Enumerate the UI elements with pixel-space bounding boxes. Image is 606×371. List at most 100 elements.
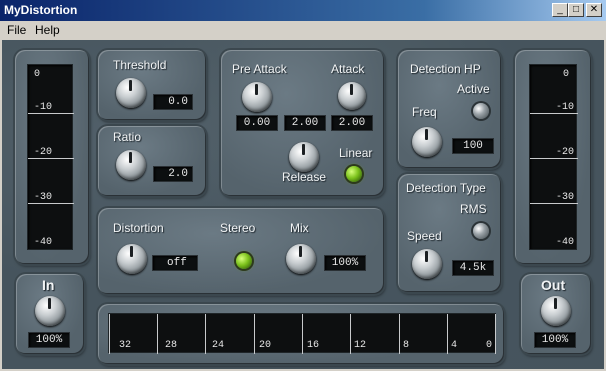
linear-led[interactable] xyxy=(346,166,362,182)
out-tick xyxy=(530,158,578,159)
distortion-knob[interactable] xyxy=(117,244,147,274)
scope-label-16: 16 xyxy=(307,340,320,351)
in-gain-knob[interactable] xyxy=(35,296,65,326)
freq-knob[interactable] xyxy=(412,127,442,157)
in-scale-10: -10 xyxy=(34,102,53,113)
scope-tick xyxy=(254,314,255,354)
freq-label: Freq xyxy=(412,105,437,119)
linear-label: Linear xyxy=(339,146,373,160)
distortion-label: Distortion xyxy=(113,221,164,235)
detection-type-title: Detection Type xyxy=(406,181,486,195)
out-gain-knob[interactable] xyxy=(541,296,571,326)
speed-label: Speed xyxy=(407,229,442,243)
out-tick xyxy=(530,203,578,204)
in-tick xyxy=(28,113,74,114)
scope-tick xyxy=(350,314,351,354)
ratio-knob[interactable] xyxy=(116,150,146,180)
pre-attack-knob[interactable] xyxy=(242,82,272,112)
scope-tick xyxy=(109,314,110,354)
threshold-panel: Threshold 0.0 xyxy=(98,50,206,120)
active-led[interactable] xyxy=(473,103,489,119)
mix-value: 100% xyxy=(324,255,366,271)
hold-value: 2.00 xyxy=(284,115,326,131)
speed-value: 4.5k xyxy=(452,260,494,276)
stereo-led[interactable] xyxy=(236,253,252,269)
in-gain-value: 100% xyxy=(28,332,70,348)
out-scale-40: -40 xyxy=(556,237,575,248)
out-label: Out xyxy=(541,277,566,293)
pre-attack-label: Pre Attack xyxy=(232,62,287,76)
scope-label-0: 0 xyxy=(486,340,493,351)
in-scale-0: 0 xyxy=(34,69,41,80)
active-label: Active xyxy=(457,82,490,96)
menu-file[interactable]: File xyxy=(7,23,26,37)
rms-label: RMS xyxy=(460,202,487,216)
scope-label-24: 24 xyxy=(212,340,225,351)
out-scale-0: 0 xyxy=(563,69,570,80)
scope-tick xyxy=(302,314,303,354)
envelope-panel: Pre Attack Attack 0.00 2.00 2.00 Release… xyxy=(221,50,384,196)
scope-tick xyxy=(399,314,400,354)
in-scale-30: -30 xyxy=(34,192,53,203)
scope-label-4: 4 xyxy=(451,340,458,351)
scope-label-8: 8 xyxy=(403,340,410,351)
freq-value: 100 xyxy=(452,138,494,154)
close-button[interactable]: ✕ xyxy=(586,3,602,17)
in-scale-20: -20 xyxy=(34,147,53,158)
in-scale-40: -40 xyxy=(34,237,53,248)
mix-label: Mix xyxy=(290,221,309,235)
out-meter-panel: 0 -10 -20 -30 -40 xyxy=(515,50,591,264)
speed-knob[interactable] xyxy=(412,249,442,279)
scope-panel: 32 28 24 20 16 12 8 4 0 xyxy=(98,304,504,364)
in-tick xyxy=(28,203,74,204)
stereo-label: Stereo xyxy=(220,221,256,235)
in-label: In xyxy=(42,277,55,293)
out-gain-panel: Out 100% xyxy=(521,274,591,354)
minimize-button[interactable]: _ xyxy=(552,3,568,17)
menu-bar: File Help xyxy=(0,21,606,40)
release-label: Release xyxy=(282,170,327,184)
detection-hp-title: Detection HP xyxy=(410,62,481,76)
ratio-panel: Ratio 2.0 xyxy=(98,126,206,196)
scope-tick xyxy=(157,314,158,354)
pre-attack-value: 0.00 xyxy=(236,115,278,131)
attack-label: Attack xyxy=(331,62,365,76)
scope-tick xyxy=(447,314,448,354)
detection-type-panel: Detection Type RMS Speed 4.5k xyxy=(398,174,501,292)
ratio-label: Ratio xyxy=(113,130,142,144)
title-bar: MyDistortion _ □ ✕ xyxy=(0,0,606,21)
in-gain-panel: In 100% xyxy=(16,274,84,354)
out-meter: 0 -10 -20 -30 -40 xyxy=(529,64,578,250)
distortion-value: off xyxy=(152,255,198,271)
ratio-value: 2.0 xyxy=(153,166,193,182)
attack-knob[interactable] xyxy=(338,82,366,110)
scope-label-28: 28 xyxy=(165,340,178,351)
out-gain-value: 100% xyxy=(534,332,576,348)
maximize-button[interactable]: □ xyxy=(568,3,584,17)
release-knob[interactable] xyxy=(289,142,319,172)
scope-label-20: 20 xyxy=(259,340,272,351)
out-tick xyxy=(530,113,578,114)
plugin-area: 0 -10 -20 -30 -40 In 100% Threshold 0.0 … xyxy=(2,40,604,369)
in-meter: 0 -10 -20 -30 -40 xyxy=(27,64,74,250)
scope-label-32: 32 xyxy=(119,340,132,351)
scope-tick xyxy=(205,314,206,354)
threshold-value: 0.0 xyxy=(153,94,193,110)
scope-label-12: 12 xyxy=(354,340,367,351)
gain-reduction-scope: 32 28 24 20 16 12 8 4 0 xyxy=(108,313,496,354)
out-scale-20: -20 xyxy=(556,147,575,158)
in-tick xyxy=(28,158,74,159)
threshold-knob[interactable] xyxy=(116,78,146,108)
out-scale-10: -10 xyxy=(556,102,575,113)
out-scale-30: -30 xyxy=(556,192,575,203)
window-title: MyDistortion xyxy=(4,3,78,17)
menu-help[interactable]: Help xyxy=(35,23,60,37)
rms-led[interactable] xyxy=(473,223,489,239)
scope-tick xyxy=(495,314,496,354)
detection-hp-panel: Detection HP Active Freq 100 xyxy=(398,50,501,168)
mix-knob[interactable] xyxy=(286,244,316,274)
attack-value: 2.00 xyxy=(331,115,373,131)
threshold-label: Threshold xyxy=(113,58,167,72)
in-meter-panel: 0 -10 -20 -30 -40 xyxy=(15,50,89,264)
distortion-panel: Distortion off Stereo Mix 100% xyxy=(98,208,384,294)
